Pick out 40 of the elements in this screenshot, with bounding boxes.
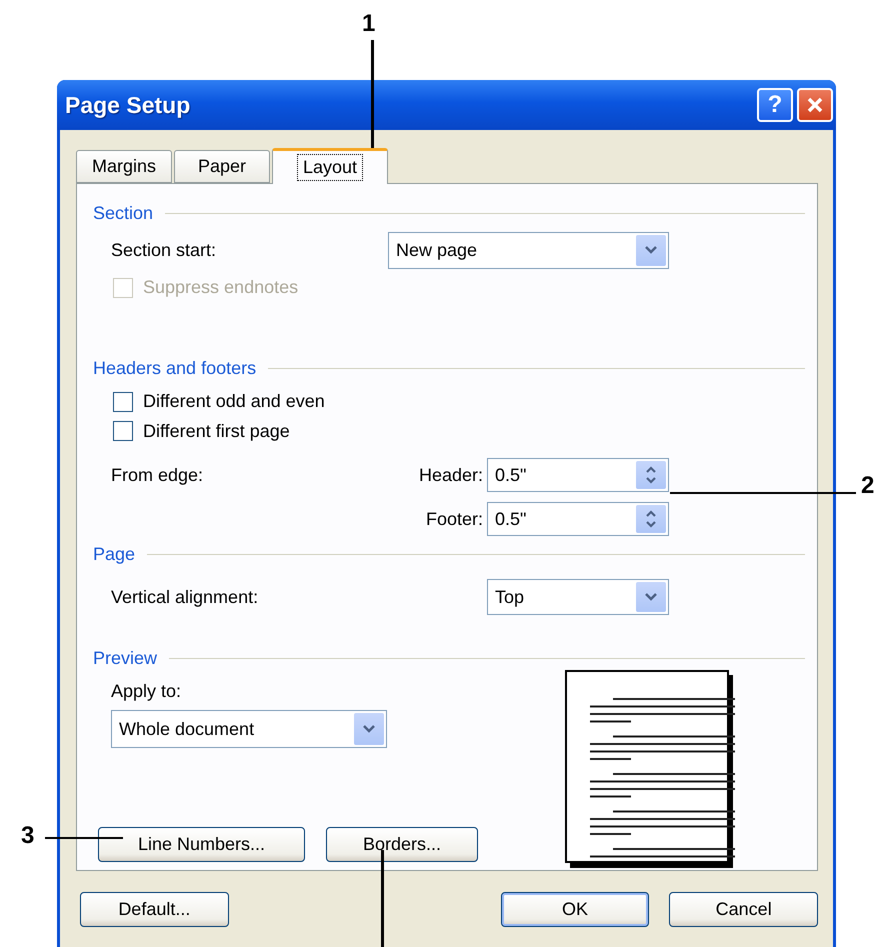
group-heading: Preview <box>93 648 158 669</box>
dialog-button[interactable]: Borders... <box>326 827 478 862</box>
close-button[interactable] <box>797 88 833 122</box>
dialog-button[interactable]: Line Numbers... <box>98 827 305 862</box>
dialog-button[interactable]: OK <box>500 892 650 927</box>
checkbox[interactable] <box>113 421 133 442</box>
callout-number: 1 <box>362 10 376 38</box>
spin-arrows-icon <box>644 465 658 486</box>
checkbox-label: Different first page <box>143 420 290 442</box>
callout-number: 2 <box>861 472 874 500</box>
checkbox[interactable] <box>113 392 133 412</box>
field-label: Header: <box>418 464 484 486</box>
field-label: Apply to: <box>111 681 182 702</box>
field-label: Footer: <box>424 508 484 530</box>
dialog-button[interactable]: Default... <box>80 892 229 927</box>
dropdown[interactable]: Top <box>487 579 669 616</box>
dropdown[interactable]: New page <box>388 232 669 269</box>
tab[interactable]: Paper <box>174 150 270 183</box>
window-title: Page Setup <box>65 92 192 118</box>
field-label: Vertical alignment: <box>111 586 260 608</box>
dropdown[interactable]: Whole document <box>111 710 387 748</box>
chevron-down-icon <box>644 245 658 256</box>
chevron-down-icon <box>644 592 658 602</box>
field-label: From edge: <box>111 464 204 486</box>
checkbox-label: Different odd and even <box>143 391 325 412</box>
chevron-down-icon <box>362 724 376 734</box>
spin-field[interactable]: 0.5" <box>487 502 669 536</box>
spin-arrows-icon <box>644 509 658 530</box>
group-heading: Section <box>93 203 154 224</box>
field-label: Section start: <box>111 240 218 261</box>
group-heading: Page <box>93 544 136 565</box>
tab[interactable]: Margins <box>76 150 172 183</box>
callout-number: 3 <box>21 822 34 850</box>
help-button[interactable]: ? <box>757 88 793 122</box>
checkbox-label: Suppress endnotes <box>143 277 298 298</box>
spin-field[interactable]: 0.5" <box>487 458 669 492</box>
close-icon <box>805 95 825 115</box>
group-heading: Headers and footers <box>93 358 256 380</box>
dialog-button[interactable]: Cancel <box>669 892 818 927</box>
tab[interactable]: Layout <box>272 148 388 184</box>
